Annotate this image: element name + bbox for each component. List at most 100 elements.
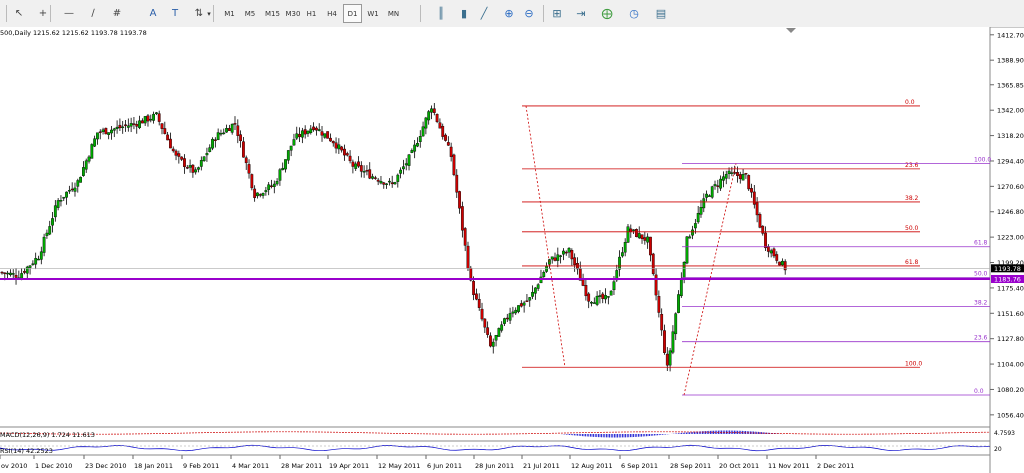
candle-body (665, 353, 669, 366)
candle-body (233, 123, 237, 125)
date-label: 6 Jun 2011 (427, 462, 462, 470)
candle-body (710, 186, 714, 198)
chevron-down-icon[interactable]: ▾ (205, 4, 213, 23)
candle-body (691, 229, 694, 236)
chart-grid-icon[interactable]: ⊞ (548, 4, 566, 23)
candle-body (317, 129, 321, 131)
candle-body (716, 185, 720, 187)
candle-body (430, 108, 433, 113)
candle-body (98, 131, 102, 133)
horizontal-line-icon[interactable]: — (60, 4, 78, 23)
autoscroll-icon[interactable]: ⇥ (572, 4, 590, 23)
candle-body (410, 150, 414, 153)
candle-body (194, 169, 198, 173)
candle-body (163, 128, 167, 134)
date-label: 6 Sep 2011 (621, 462, 658, 470)
zoom-in-icon[interactable]: ⊕ (500, 4, 518, 23)
date-label: 20 Oct 2011 (719, 462, 759, 470)
crosshair-icon[interactable]: + (34, 4, 52, 23)
candle-body (486, 327, 490, 335)
text-icon[interactable]: A (144, 4, 162, 23)
candle-body (477, 299, 481, 308)
candle-body (674, 313, 678, 335)
candle-body (270, 185, 273, 187)
date-label: 18 Jan 2011 (134, 462, 173, 470)
candlestick-icon[interactable]: ▮ (455, 4, 473, 23)
candle-body (315, 127, 318, 131)
candle-body (208, 147, 212, 152)
candle-body (312, 126, 315, 131)
indicators-icon[interactable]: ⨁ (598, 4, 616, 23)
periods-icon[interactable]: ◷ (625, 4, 643, 23)
candle-body (432, 108, 436, 113)
candle-body (413, 144, 417, 152)
date-label: 2 Dec 2011 (817, 462, 854, 470)
candle-body (340, 146, 344, 151)
candle-body (82, 167, 85, 176)
candle-body (654, 274, 658, 296)
candle-body (292, 139, 296, 146)
candle-body (766, 246, 770, 252)
candle-body (11, 273, 15, 275)
date-label: 19 Apr 2011 (329, 462, 369, 470)
candle-body (570, 250, 574, 260)
candle-body (528, 297, 532, 301)
candle-body (39, 251, 43, 260)
trendline-icon[interactable]: ∕ (84, 4, 102, 23)
candle-body (466, 245, 470, 269)
candle-body (744, 172, 748, 175)
date-label: 11 Nov 2011 (768, 462, 810, 470)
grid-icon[interactable]: # (108, 4, 126, 23)
fib-level-label: 23.6 (905, 162, 919, 169)
timeframe-m5[interactable]: M5 (241, 4, 260, 23)
candle-body (272, 183, 276, 187)
price-label: 1270.60 (997, 183, 1024, 191)
price-label: 1127.80 (997, 335, 1024, 343)
candle-body (202, 156, 206, 162)
zoom-out-icon[interactable]: ⊖ (520, 4, 538, 23)
candle-body (376, 179, 380, 182)
timeframe-h4[interactable]: H4 (323, 4, 342, 23)
candle-body (640, 234, 644, 240)
templates-icon[interactable]: ▤ (652, 4, 670, 23)
candle-body (390, 182, 394, 185)
candle-body (354, 163, 358, 169)
candle-body (705, 193, 708, 198)
timeframe-m1[interactable]: M1 (220, 4, 239, 23)
cursor-icon[interactable]: ↖ (10, 4, 28, 23)
bar-chart-icon[interactable]: ║ (432, 4, 450, 23)
candle-body (503, 318, 506, 324)
candle-body (404, 163, 408, 166)
candle-body (149, 118, 153, 121)
candle-body (780, 260, 784, 266)
timeframe-mn[interactable]: MN (384, 4, 403, 23)
line-chart-icon[interactable]: ╱ (475, 4, 493, 23)
text-label-icon[interactable]: T (166, 4, 184, 23)
chart-toolbar: ↖ + — ∕ # A T ⇅ M1 M5 M15 M30 H1 H4 D1 W1 MN ║ ▮ ╱ ⊕ ⊖ ⊞ ⇥ ⨁ ◷ ▤ ▾ (0, 0, 1024, 28)
candle-body (489, 335, 492, 347)
candle-body (216, 132, 220, 140)
candle-body (671, 331, 675, 353)
candle-body (258, 194, 262, 196)
candle-body (183, 158, 186, 167)
timeframe-w1[interactable]: W1 (364, 4, 383, 23)
candle-body (724, 174, 728, 179)
fib-level-label: 38.2 (974, 299, 988, 306)
chart-area[interactable]: 1412.70 1388.90 1365.85 1342.00 1318.20 1294.… (0, 27, 1024, 473)
timeframe-h1[interactable]: H1 (302, 4, 321, 23)
candle-body (351, 161, 355, 167)
candle-body (497, 328, 501, 337)
candle-body (730, 172, 734, 174)
candle-body (646, 236, 650, 243)
candle-body (96, 132, 99, 140)
candle-body (708, 195, 711, 197)
price-label: 1056.40 (997, 411, 1024, 419)
price-chart[interactable]: 1412.70 1388.90 1365.85 1342.00 1318.20 1294.… (0, 27, 1024, 473)
candle-body (595, 295, 599, 305)
candle-body (371, 176, 374, 179)
candle-body (556, 254, 560, 261)
timeframe-d1[interactable]: D1 (343, 4, 362, 23)
candle-body (213, 139, 217, 141)
candle-body (449, 146, 453, 157)
price-label: 1412.70 (997, 31, 1024, 39)
